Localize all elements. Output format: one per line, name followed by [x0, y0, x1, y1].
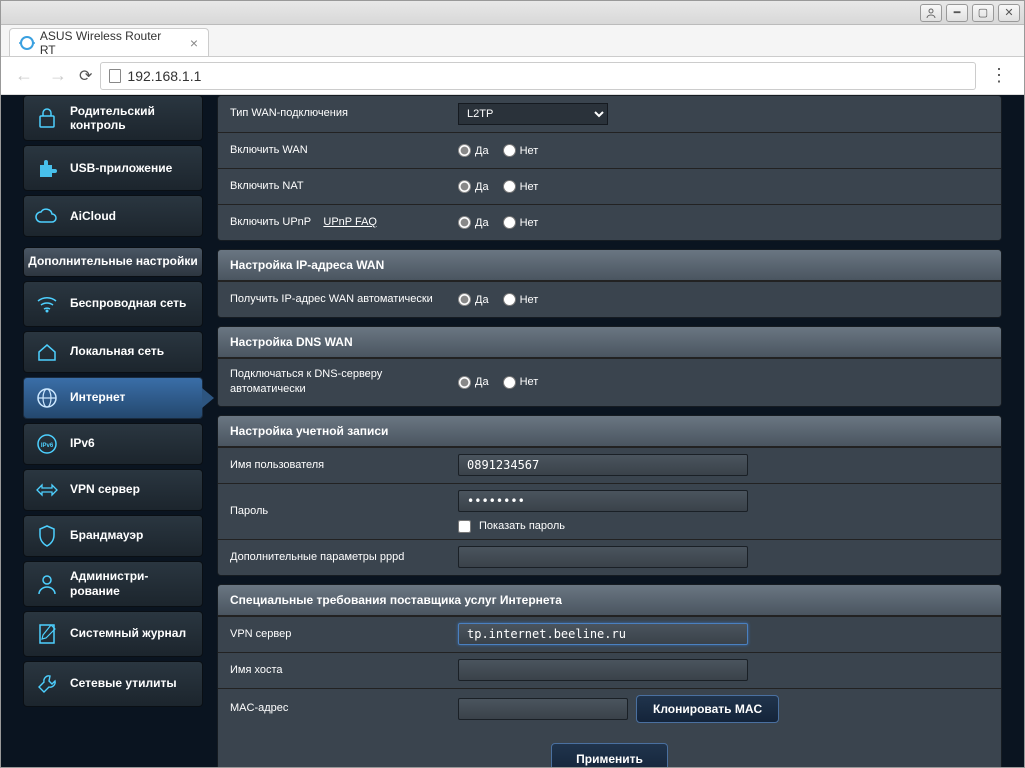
enable-upnp-yes[interactable]: Да — [458, 216, 489, 229]
enable-nat-no[interactable]: Нет — [503, 180, 539, 193]
show-password-label: Показать пароль — [479, 520, 565, 532]
sidebar-item-syslog[interactable]: Системный журнал — [23, 611, 203, 657]
enable-nat-label: Включить NAT — [218, 171, 450, 202]
dns-auto-no[interactable]: Нет — [503, 376, 539, 389]
sidebar-item-firewall[interactable]: Брандмауэр — [23, 515, 203, 557]
username-input[interactable] — [458, 454, 748, 476]
forward-button[interactable]: → — [45, 65, 71, 86]
log-icon — [34, 621, 60, 647]
user-icon — [34, 571, 60, 597]
tab-strip: ASUS Wireless Router RT × — [1, 25, 1024, 57]
sidebar-section-header: Дополнительные настройки — [23, 247, 203, 277]
hostname-label: Имя хоста — [218, 655, 450, 686]
browser-menu-button[interactable]: ⋮ — [984, 65, 1014, 86]
mac-input[interactable] — [458, 698, 628, 720]
dns-auto-yes[interactable]: Да — [458, 376, 489, 389]
user-button[interactable] — [920, 4, 942, 22]
globe-icon — [34, 385, 60, 411]
enable-upnp-no[interactable]: Нет — [503, 216, 539, 229]
hostname-input[interactable] — [458, 659, 748, 681]
close-window-button[interactable]: ✕ — [998, 4, 1020, 22]
wan-auto-yes[interactable]: Да — [458, 293, 489, 306]
section-wan-ip: Настройка IP-адреса WAN — [218, 250, 1001, 281]
page-icon — [109, 69, 121, 83]
upnp-faq-link[interactable]: UPnP FAQ — [323, 216, 377, 228]
ipv6-icon: IPv6 — [34, 431, 60, 457]
tab-close-icon[interactable]: × — [190, 35, 198, 51]
vpn-icon — [34, 477, 60, 503]
home-icon — [34, 339, 60, 365]
wrench-icon — [34, 671, 60, 697]
sidebar-item-label: Сетевые утилиты — [70, 676, 177, 690]
sidebar-item-internet[interactable]: Интернет — [23, 377, 203, 419]
pppd-input[interactable] — [458, 546, 748, 568]
sidebar-item-label: Брандмауэр — [70, 528, 143, 542]
sidebar-item-lan[interactable]: Локальная сеть — [23, 331, 203, 373]
maximize-button[interactable]: ▢ — [972, 4, 994, 22]
wifi-icon — [34, 291, 60, 317]
address-bar: ← → ⟳ 192.168.1.1 ⋮ — [1, 57, 1024, 95]
svg-text:IPv6: IPv6 — [41, 443, 54, 449]
sidebar-item-wireless[interactable]: Беспроводная сеть — [23, 281, 203, 327]
sidebar-item-label: Интернет — [70, 390, 125, 404]
sidebar-item-usb[interactable]: USB-приложение — [23, 145, 203, 191]
sidebar-item-parental[interactable]: Родительский контроль — [23, 95, 203, 141]
section-isp: Специальные требования поставщика услуг … — [218, 585, 1001, 616]
pppd-label: Дополнительные параметры pppd — [218, 542, 450, 573]
url-text: 192.168.1.1 — [127, 68, 201, 84]
sidebar-item-ipv6[interactable]: IPv6 IPv6 — [23, 423, 203, 465]
section-dns: Настройка DNS WAN — [218, 327, 1001, 358]
shield-icon — [34, 523, 60, 549]
sidebar-item-admin[interactable]: Администри-рование — [23, 561, 203, 607]
username-label: Имя пользователя — [218, 450, 450, 481]
enable-wan-no[interactable]: Нет — [503, 144, 539, 157]
browser-tab[interactable]: ASUS Wireless Router RT × — [9, 28, 209, 56]
vpn-label: VPN сервер — [218, 619, 450, 650]
sidebar-item-label: Беспроводная сеть — [70, 296, 186, 310]
sidebar-item-label: Родительский контроль — [70, 104, 192, 133]
section-account: Настройка учетной записи — [218, 416, 1001, 447]
clone-mac-button[interactable]: Клонировать MAC — [636, 695, 779, 723]
password-label: Пароль — [218, 496, 450, 527]
mac-label: MAC-адрес — [218, 693, 450, 724]
minimize-button[interactable]: ━ — [946, 4, 968, 22]
sidebar-item-label: Системный журнал — [70, 626, 186, 640]
back-button[interactable]: ← — [11, 65, 37, 86]
password-input[interactable] — [458, 490, 748, 512]
enable-wan-label: Включить WAN — [218, 135, 450, 166]
enable-nat-yes[interactable]: Да — [458, 180, 489, 193]
enable-upnp-label: Включить UPnP UPnP FAQ — [218, 207, 450, 238]
sidebar-item-aicloud[interactable]: AiCloud — [23, 195, 203, 237]
sidebar-item-label: Локальная сеть — [70, 344, 164, 358]
get-wan-auto-label: Получить IP-адрес WAN автоматически — [218, 284, 450, 315]
vpn-server-input[interactable] — [458, 623, 748, 645]
tab-title: ASUS Wireless Router RT — [40, 29, 178, 57]
apply-button[interactable]: Применить — [551, 743, 668, 767]
show-password-checkbox[interactable] — [458, 520, 471, 533]
sidebar-item-label: VPN сервер — [70, 482, 140, 496]
window-title-bar: ━ ▢ ✕ — [1, 1, 1024, 25]
sidebar-item-nettools[interactable]: Сетевые утилиты — [23, 661, 203, 707]
reload-button[interactable]: ⟳ — [79, 66, 92, 86]
sidebar-item-label: IPv6 — [70, 436, 95, 450]
dns-auto-label: Подключаться к DNS-серверу автоматически — [218, 359, 450, 406]
puzzle-icon — [34, 155, 60, 181]
wan-auto-no[interactable]: Нет — [503, 293, 539, 306]
lock-icon — [34, 105, 60, 131]
wan-type-label: Тип WAN-подключения — [218, 98, 450, 129]
sidebar-item-label: Администри-рование — [70, 569, 192, 598]
wan-type-select[interactable]: L2TP — [458, 103, 608, 125]
wifi-icon — [20, 36, 34, 50]
sidebar-item-label: AiCloud — [70, 209, 116, 223]
enable-wan-yes[interactable]: Да — [458, 144, 489, 157]
cloud-icon — [34, 203, 60, 229]
sidebar-item-vpn[interactable]: VPN сервер — [23, 469, 203, 511]
url-input[interactable]: 192.168.1.1 — [100, 62, 976, 90]
sidebar-item-label: USB-приложение — [70, 161, 172, 175]
